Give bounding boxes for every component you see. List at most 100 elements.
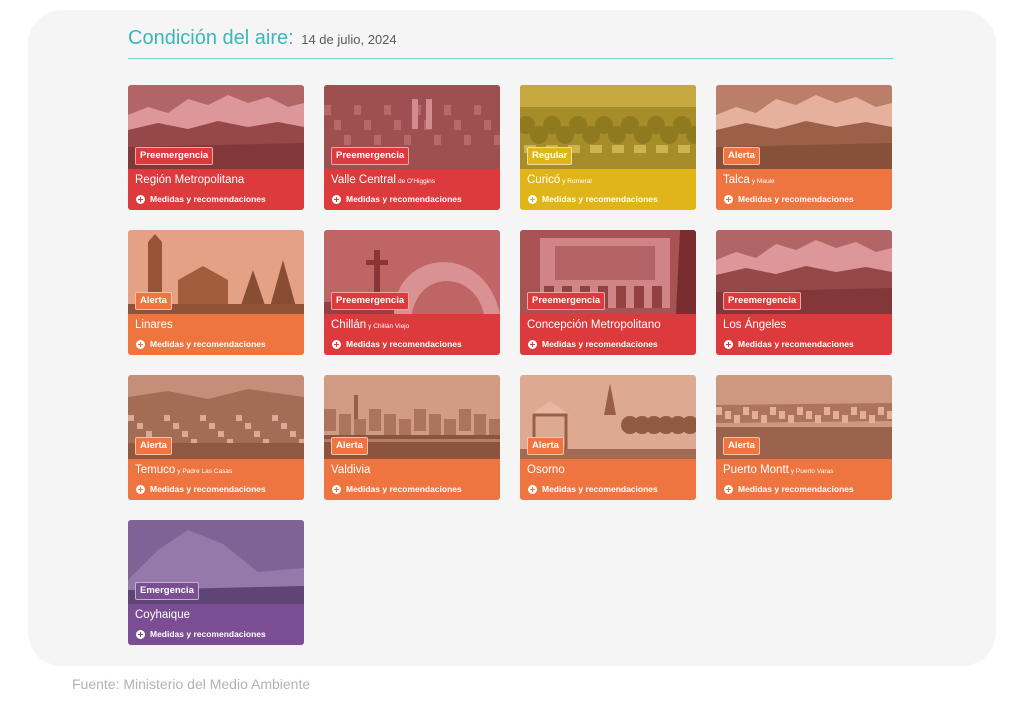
city-card[interactable]: Preemergencia Los Ángeles Medidas y recome… <box>716 230 892 355</box>
city-card[interactable]: Emergencia Coyhaique Medidas y recomendaci… <box>128 520 304 645</box>
plus-circle-icon <box>724 339 733 349</box>
city-name: Región Metropolitana <box>135 174 244 186</box>
status-badge: Preemergencia <box>135 147 214 165</box>
recommendations-link[interactable]: Medidas y recomendaciones <box>332 484 462 494</box>
recommendations-link[interactable]: Medidas y recomendaciones <box>332 339 462 349</box>
status-badge: Alerta <box>331 437 368 455</box>
city-sublabel: y Puerto Varas <box>790 468 834 475</box>
city-photo: Alerta <box>324 375 500 459</box>
city-card[interactable]: Alerta Talca y Maule Medidas y recomendacio… <box>716 85 892 210</box>
city-label: Chillán <box>331 319 367 331</box>
recommendations-label: Medidas y recomendaciones <box>542 484 658 494</box>
status-badge: Preemergencia <box>527 292 606 310</box>
city-name: Chillán y Chillán Viejo <box>331 319 409 331</box>
status-badge: Preemergencia <box>331 147 410 165</box>
city-name: Valle Central de O'Higgins <box>331 174 435 186</box>
city-photo: Preemergencia <box>128 85 304 169</box>
plus-circle-icon <box>528 194 537 204</box>
plus-circle-icon <box>332 194 341 204</box>
city-name: Puerto Montt y Puerto Varas <box>723 464 833 476</box>
card-info: Valle Central de O'Higgins Medidas y recom… <box>324 169 500 210</box>
city-card[interactable]: Alerta Linares Medidas y recomendaciones <box>128 230 304 355</box>
status-badge: Alerta <box>527 437 564 455</box>
recommendations-link[interactable]: Medidas y recomendaciones <box>528 339 658 349</box>
plus-circle-icon <box>136 194 145 204</box>
card-info: Chillán y Chillán Viejo Medidas y recomend… <box>324 314 500 355</box>
city-name: Temuco y Padre Las Casas <box>135 464 232 476</box>
city-label: Osorno <box>527 464 565 476</box>
city-label: Talca <box>723 174 750 186</box>
city-card[interactable]: Alerta Osorno Medidas y recomendaciones <box>520 375 696 500</box>
city-sublabel: y Padre Las Casas <box>177 468 233 475</box>
city-photo: Emergencia <box>128 520 304 604</box>
recommendations-link[interactable]: Medidas y recomendaciones <box>332 194 462 204</box>
card-info: Región Metropolitana Medidas y recomendac… <box>128 169 304 210</box>
card-info: Curicó y Romeral Medidas y recomendaciones <box>520 169 696 210</box>
recommendations-link[interactable]: Medidas y recomendaciones <box>136 629 266 639</box>
city-label: Curicó <box>527 174 561 186</box>
city-photo: Alerta <box>716 375 892 459</box>
city-card[interactable]: Alerta Valdivia Medidas y recomendaciones <box>324 375 500 500</box>
recommendations-label: Medidas y recomendaciones <box>150 629 266 639</box>
status-badge: Alerta <box>135 437 172 455</box>
city-sublabel: y Romeral <box>562 178 592 185</box>
recommendations-label: Medidas y recomendaciones <box>150 339 266 349</box>
city-photo: Preemergencia <box>324 230 500 314</box>
city-card[interactable]: Alerta Puerto Montt y Puerto Varas Medidas … <box>716 375 892 500</box>
recommendations-link[interactable]: Medidas y recomendaciones <box>724 194 854 204</box>
city-card[interactable]: Preemergencia Concepción Metropolitano Med… <box>520 230 696 355</box>
city-card[interactable]: Alerta Temuco y Padre Las Casas Medidas y r… <box>128 375 304 500</box>
city-card[interactable]: Regular Curicó y Romeral Medidas y recomend… <box>520 85 696 210</box>
recommendations-label: Medidas y recomendaciones <box>150 194 266 204</box>
city-card[interactable]: Preemergencia Chillán y Chillán Viejo Medid… <box>324 230 500 355</box>
plus-circle-icon <box>136 339 145 349</box>
plus-circle-icon <box>724 194 733 204</box>
recommendations-link[interactable]: Medidas y recomendaciones <box>136 484 266 494</box>
city-photo: Preemergencia <box>324 85 500 169</box>
recommendations-link[interactable]: Medidas y recomendaciones <box>528 194 658 204</box>
city-photo: Alerta <box>128 375 304 459</box>
city-label: Valdivia <box>331 464 371 476</box>
city-photo: Regular <box>520 85 696 169</box>
city-sublabel: de O'Higgins <box>398 178 436 185</box>
plus-circle-icon <box>136 629 145 639</box>
city-photo: Preemergencia <box>520 230 696 314</box>
status-badge: Preemergencia <box>723 292 802 310</box>
status-badge: Preemergencia <box>331 292 410 310</box>
city-label: Puerto Montt <box>723 464 789 476</box>
recommendations-link[interactable]: Medidas y recomendaciones <box>724 339 854 349</box>
card-info: Valdivia Medidas y recomendaciones <box>324 459 500 500</box>
plus-circle-icon <box>528 484 537 494</box>
city-name: Osorno <box>527 464 565 476</box>
recommendations-link[interactable]: Medidas y recomendaciones <box>136 339 266 349</box>
status-badge: Emergencia <box>135 582 199 600</box>
city-card[interactable]: Preemergencia Región Metropolitana Medidas… <box>128 85 304 210</box>
recommendations-label: Medidas y recomendaciones <box>738 339 854 349</box>
status-badge: Alerta <box>723 437 760 455</box>
recommendations-label: Medidas y recomendaciones <box>346 484 462 494</box>
card-info: Concepción Metropolitano Medidas y recome… <box>520 314 696 355</box>
page-title: Condición del aire: 14 de julio, 2024 <box>128 27 397 50</box>
card-info: Talca y Maule Medidas y recomendaciones <box>716 169 892 210</box>
city-label: Linares <box>135 319 173 331</box>
city-name: Curicó y Romeral <box>527 174 592 186</box>
recommendations-link[interactable]: Medidas y recomendaciones <box>136 194 266 204</box>
city-card[interactable]: Preemergencia Valle Central de O'Higgins Me… <box>324 85 500 210</box>
card-info: Temuco y Padre Las Casas Medidas y recomen… <box>128 459 304 500</box>
recommendations-link[interactable]: Medidas y recomendaciones <box>528 484 658 494</box>
city-photo: Preemergencia <box>716 230 892 314</box>
status-badge: Alerta <box>723 147 760 165</box>
city-label: Los Ángeles <box>723 319 787 331</box>
city-sublabel: y Maule <box>751 178 775 185</box>
source-note: Fuente: Ministerio del Medio Ambiente <box>72 676 311 692</box>
plus-circle-icon <box>136 484 145 494</box>
recommendations-link[interactable]: Medidas y recomendaciones <box>724 484 854 494</box>
city-name: Concepción Metropolitano <box>527 319 661 331</box>
page-header: Condición del aire: 14 de julio, 2024 <box>128 26 893 59</box>
city-name: Los Ángeles <box>723 319 786 331</box>
city-name: Linares <box>135 319 173 331</box>
card-info: Coyhaique Medidas y recomendaciones <box>128 604 304 645</box>
city-name: Coyhaique <box>135 609 190 621</box>
card-info: Puerto Montt y Puerto Varas Medidas y reco… <box>716 459 892 500</box>
plus-circle-icon <box>724 484 733 494</box>
